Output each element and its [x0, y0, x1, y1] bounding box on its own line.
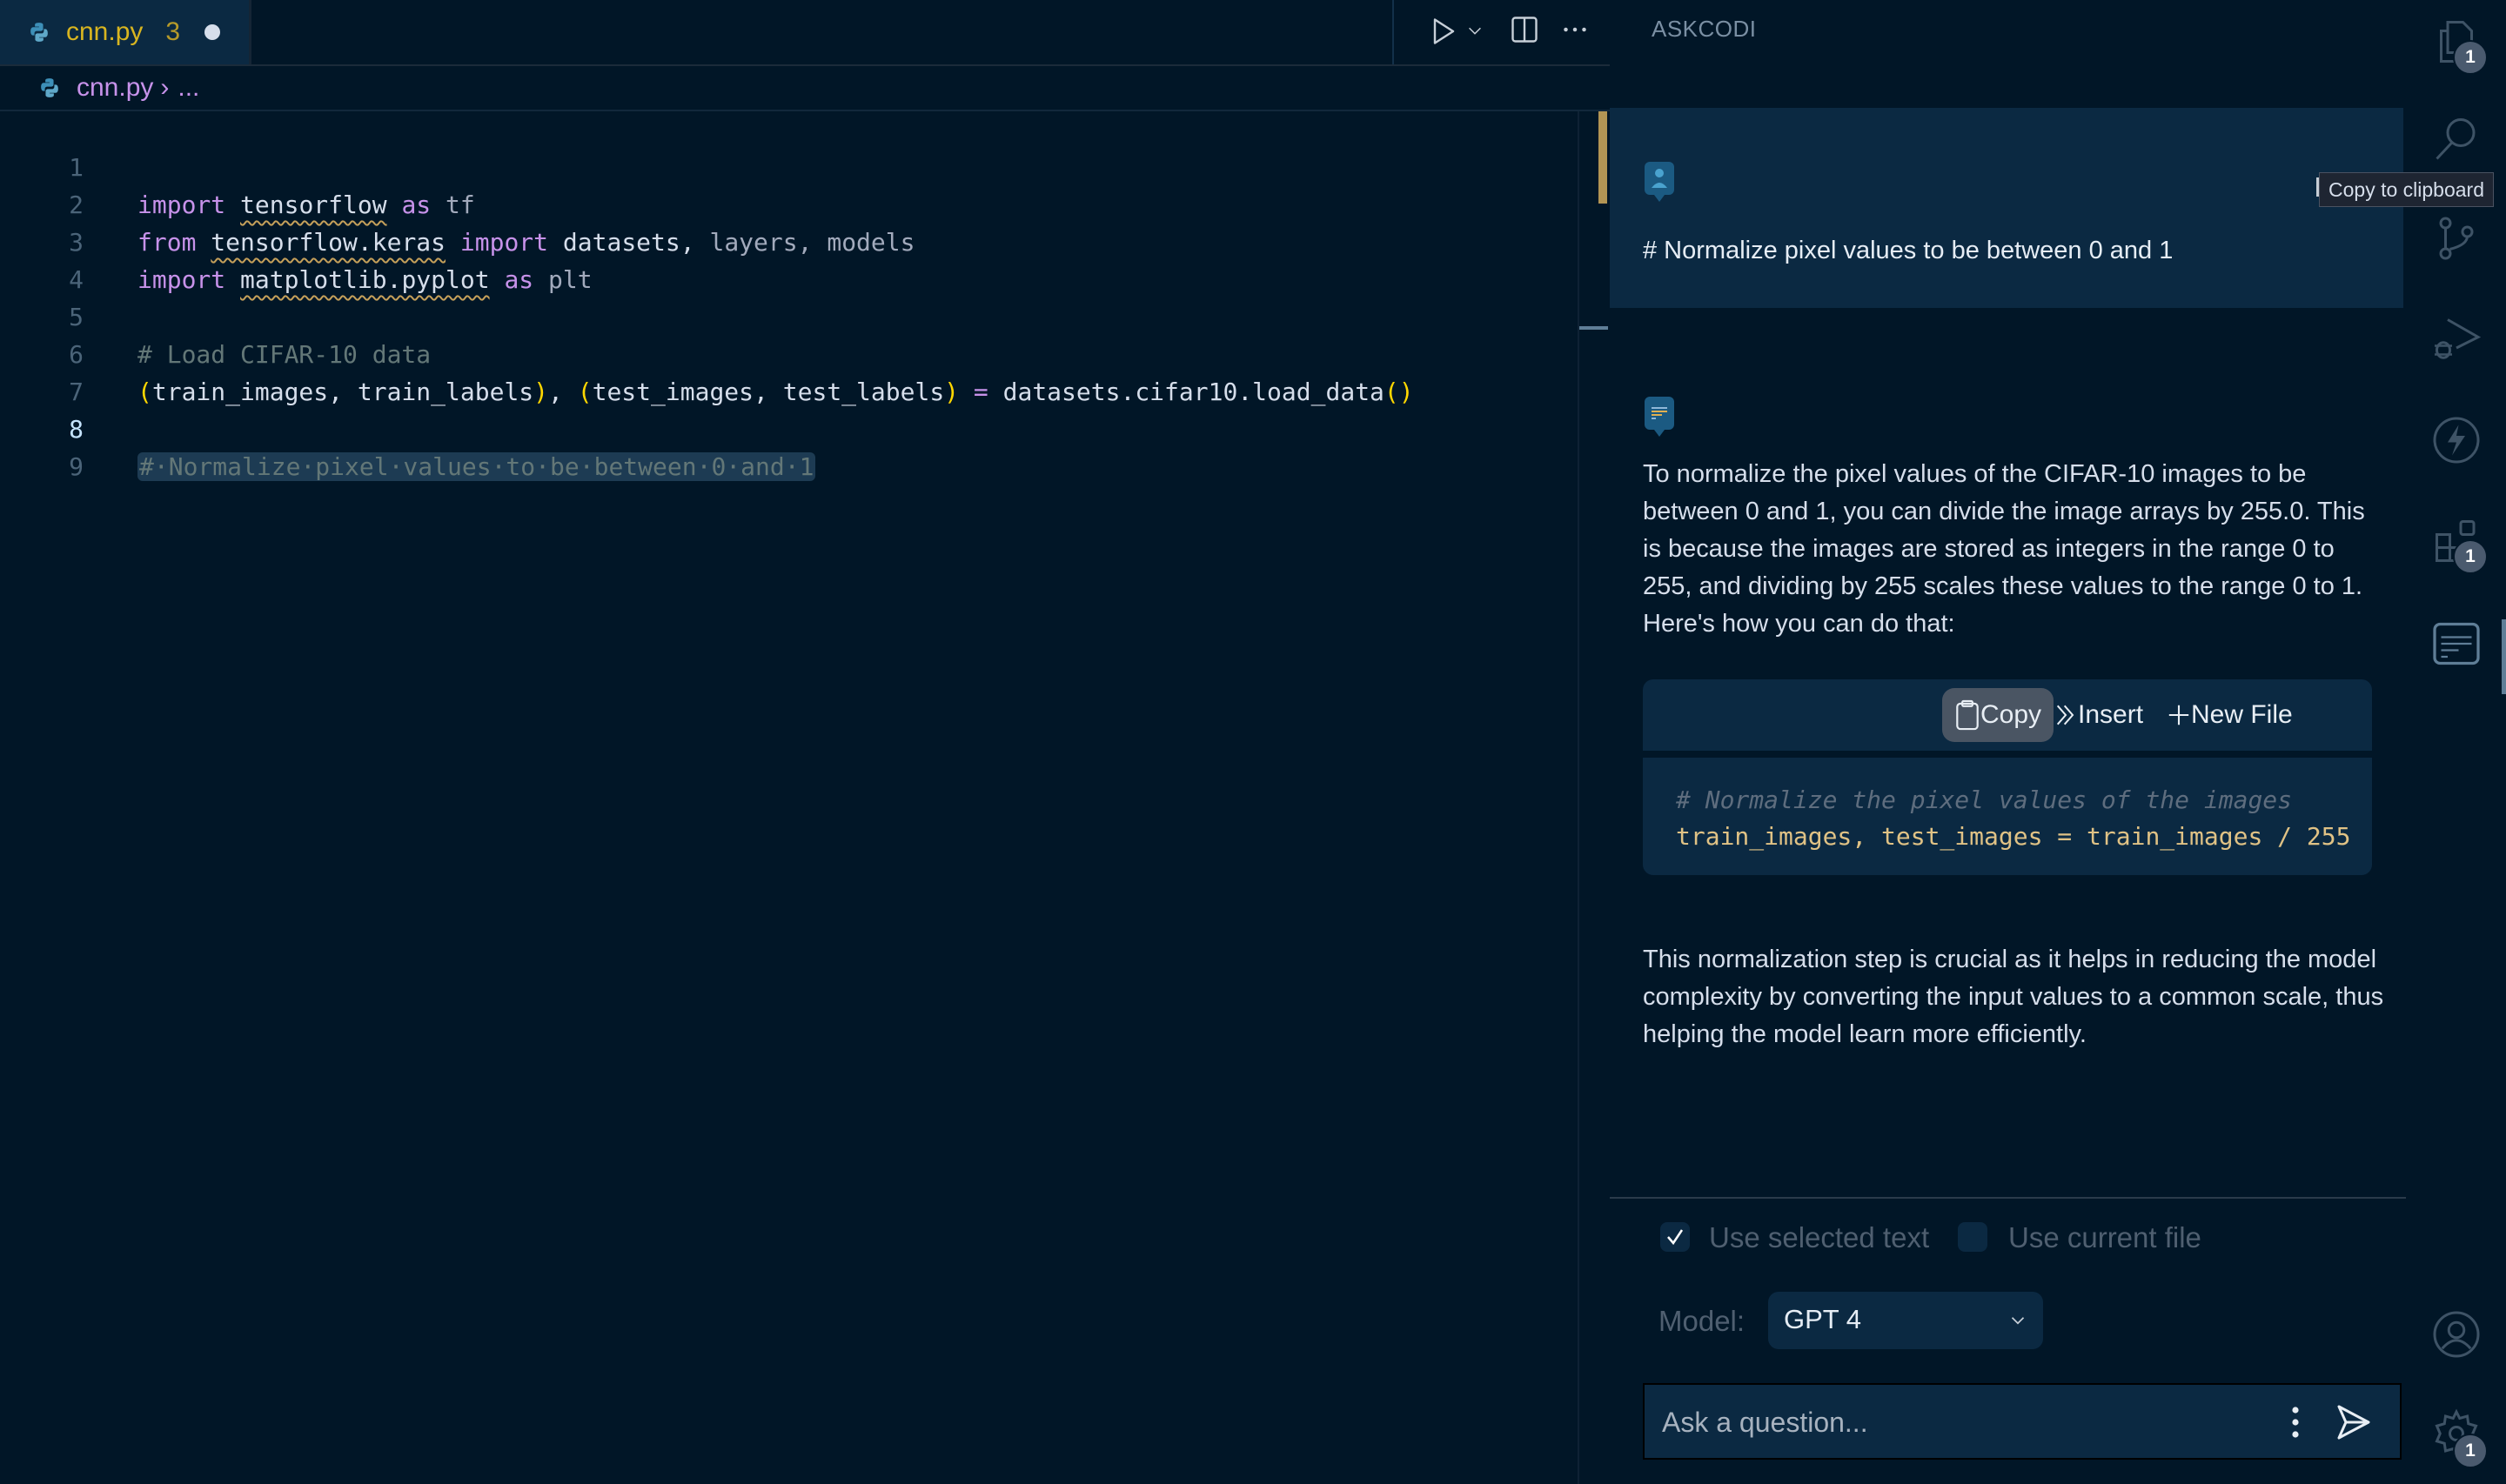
overview-ruler-marker[interactable] [1598, 111, 1607, 204]
double-chevron-right-icon [2056, 705, 2074, 725]
tab-cnn-py[interactable]: cnn.py 3 [0, 0, 251, 64]
selected-comment: #·Normalize·pixel·values·to·be·between·0… [137, 452, 816, 481]
model-selected-value: GPT 4 [1784, 1304, 1862, 1334]
copy-label: Copy [1980, 700, 2042, 729]
insert-button[interactable]: Insert [2041, 688, 2155, 742]
assistant-message-text: To normalize the pixel values of the CIF… [1643, 460, 2365, 638]
ask-question-input[interactable] [1660, 1385, 2221, 1460]
account-icon[interactable] [2430, 1308, 2483, 1360]
editor-area: cnn.py 3 cnn.py › ... 1 import tensorflo… [0, 0, 1610, 1484]
code-line[interactable]: 1 import tensorflow as tf [0, 111, 1584, 219]
divider [1610, 1197, 2406, 1199]
code-line[interactable]: 2 from tensorflow.keras import datasets,… [0, 149, 1584, 257]
snippet-code: train_images, test_images = train_images… [1676, 822, 2351, 851]
plus-icon [2168, 705, 2189, 725]
use-selected-text-label: Use selected text [1709, 1221, 1930, 1253]
more-options-icon[interactable] [2278, 1400, 2313, 1444]
code-line[interactable]: 5 # Load CIFAR-10 data [0, 261, 1584, 369]
search-icon[interactable] [2430, 113, 2483, 165]
run-icon[interactable] [1427, 16, 1458, 47]
chevron-down-icon [2011, 1317, 2025, 1325]
askcodi-panel: ASKCODI # Normalize pixel values to be b… [1610, 0, 2406, 1484]
model-label: Model: [1658, 1305, 1745, 1337]
code-snippet-body[interactable]: # Normalize the pixel values of the imag… [1643, 758, 2372, 875]
user-message-text: # Normalize pixel values to be between 0… [1643, 237, 2174, 264]
code-editor[interactable]: 1 import tensorflow as tf 2 from tensorf… [0, 111, 1584, 481]
new-file-label: New File [2191, 700, 2293, 729]
python-file-icon [30, 23, 48, 42]
explorer-icon[interactable]: 1 [2430, 16, 2488, 75]
split-editor-icon[interactable] [1509, 14, 1540, 45]
activity-bar: 1 1 1 [2406, 0, 2506, 1484]
dot-modified-icon[interactable] [204, 24, 221, 40]
code-line[interactable]: 7 [0, 336, 1584, 406]
assistant-message-text: This normalization step is crucial as it… [1643, 946, 2384, 1048]
use-current-file-checkbox[interactable] [1958, 1222, 1987, 1252]
divider [1392, 0, 1394, 64]
insert-label: Insert [2078, 700, 2144, 729]
settings-badge: 1 [2453, 1434, 2488, 1468]
use-selected-text-checkbox[interactable] [1660, 1222, 1690, 1252]
send-icon[interactable] [2332, 1400, 2374, 1444]
clipboard-icon [1956, 699, 1979, 731]
run-debug-icon[interactable] [2430, 313, 2483, 365]
extensions-icon[interactable]: 1 [2430, 515, 2488, 574]
activity-active-indicator [2502, 619, 2506, 694]
model-select[interactable]: GPT 4 [1768, 1292, 2043, 1349]
panel-title: ASKCODI [1652, 16, 1757, 42]
code-snippet-toolbar: Copy Insert New File [1643, 679, 2372, 751]
ask-question-box [1643, 1383, 2402, 1460]
code-line[interactable]: 9 [0, 411, 1584, 481]
snippet-comment: # Normalize the pixel values of the imag… [1676, 785, 2293, 814]
tab-file-name: cnn.py [66, 17, 144, 46]
breadcrumb-separator: › [160, 73, 170, 102]
code-line[interactable]: 6 (train_images, train_labels), (test_im… [0, 298, 1584, 406]
tab-bar: cnn.py 3 [0, 0, 1610, 66]
source-control-icon[interactable] [2430, 212, 2483, 264]
checkmark-icon [1667, 1229, 1684, 1246]
lightning-icon[interactable] [2430, 414, 2483, 466]
tooltip: Copy to clipboard [2319, 172, 2494, 207]
copy-button[interactable]: Copy [1942, 688, 2054, 742]
code-snippet-block: Copy Insert New File # Normalize the pix… [1643, 679, 2372, 875]
use-current-file-label: Use current file [2008, 1221, 2201, 1253]
code-line[interactable]: 3 import matplotlib.pyplot as plt [0, 186, 1584, 294]
settings-gear-icon[interactable]: 1 [2430, 1407, 2488, 1468]
explorer-badge: 1 [2453, 40, 2488, 75]
breadcrumb-symbols[interactable]: ... [178, 73, 199, 103]
askcodi-avatar-icon [1645, 397, 1674, 437]
askcodi-icon[interactable] [2430, 618, 2483, 670]
editor-ruler [1578, 111, 1579, 1484]
new-file-button[interactable]: New File [2154, 688, 2305, 742]
problem-count-badge: 3 [165, 17, 181, 46]
line-number: 9 [69, 452, 84, 481]
more-actions-icon[interactable] [1559, 14, 1591, 45]
python-file-icon [41, 78, 58, 97]
user-avatar-icon [1645, 162, 1674, 202]
code-line[interactable]: 4 [0, 224, 1584, 294]
chevron-down-icon[interactable] [1465, 21, 1484, 40]
overview-ruler-cursor [1579, 326, 1608, 330]
code-line-active[interactable]: 8 #·Normalize·pixel·values·to·be·between… [0, 373, 1584, 481]
breadcrumb-file[interactable]: cnn.py [77, 73, 153, 103]
breadcrumb: cnn.py › ... [0, 66, 1610, 111]
user-message: # Normalize pixel values to be between 0… [1610, 108, 2403, 308]
extensions-badge: 1 [2453, 539, 2488, 574]
